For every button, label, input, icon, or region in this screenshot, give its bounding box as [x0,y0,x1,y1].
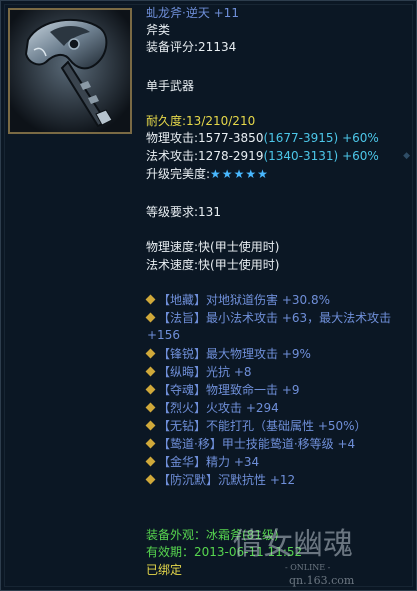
physical-attack-base: 物理攻击:1577-3850 [146,131,264,145]
level-requirement: 等级要求:131 [146,205,221,219]
scroll-marker: ◆ [403,151,410,161]
watermark-online: - ONLINE - [285,563,331,572]
diamond-bullet-icon [145,456,156,467]
diamond-bullet-icon [145,402,156,413]
diamond-bullet-icon [145,420,156,431]
affix-item: 【烈火】火攻击 +294 [145,400,279,417]
item-score: 装备评分:21134 [146,40,237,54]
magic-attack-bonus: (1340-3131) [263,149,339,163]
physical-attack: 物理攻击:1577-3850(1677-3915) +60% [146,130,379,146]
diamond-bullet-icon [145,348,156,359]
affix-item: 【无钻】不能打孔（基础属性 +50%） [145,418,367,435]
affix-item: 【纵晦】光抗 +8 [145,364,252,381]
watermark-site: qn.163.com [289,574,355,587]
durability: 耐久度:13/210/210 [146,114,256,128]
affix-item: 【金华】精力 +34 [145,454,259,471]
watermark-logo: 倩女幽魂 [233,527,353,562]
item-tooltip: 虬龙斧·逆天 +11 斧类 装备评分:21134 单手武器 耐久度:13/210… [0,0,417,591]
affix-item: 【锋锐】最大物理攻击 +9% [145,346,311,363]
magic-attack: 法术攻击:1278-2919(1340-3131) +60% [146,148,379,164]
physical-speed: 物理速度:快(甲士使用时) [146,240,280,254]
perfection-stars: ★★★★★ [210,167,269,181]
axe-item-icon [8,8,132,134]
diamond-bullet-icon [145,474,156,485]
bound-status: 已绑定 [146,563,183,577]
affix-item: 【夺魂】物理致命一击 +9 [145,382,300,399]
perfection-label: 升级完美度: [146,167,211,181]
affix-item: 【地藏】对地狱道伤害 +30.8% [145,292,330,309]
diamond-bullet-icon [145,438,156,449]
perfection: 升级完美度:★★★★★ [146,166,269,182]
diamond-bullet-icon [145,312,156,323]
diamond-bullet-icon [145,366,156,377]
magic-attack-base: 法术攻击:1278-2919 [146,149,264,163]
diamond-bullet-icon [145,294,156,305]
magic-speed: 法术速度:快(甲士使用时) [146,258,280,272]
affix-item: 【鸷道·移】甲士技能鸷道·移等级 +4 [145,436,355,453]
game-logo-watermark: 倩女幽魂 - ONLINE - qn.163.com [233,527,355,587]
item-name: 虬龙斧·逆天 +11 [146,6,239,20]
item-type: 斧类 [146,23,171,37]
item-slot: 单手武器 [146,79,195,93]
affix-item: 【防沉默】沉默抗性 +12 [145,472,295,489]
diamond-bullet-icon [145,384,156,395]
magic-attack-pct: +60% [342,149,379,163]
affix-item: 【法旨】最小法术攻击 +63，最大法术攻击 +156 [145,311,392,342]
physical-attack-bonus: (1677-3915) [263,131,339,145]
physical-attack-pct: +60% [342,131,379,145]
